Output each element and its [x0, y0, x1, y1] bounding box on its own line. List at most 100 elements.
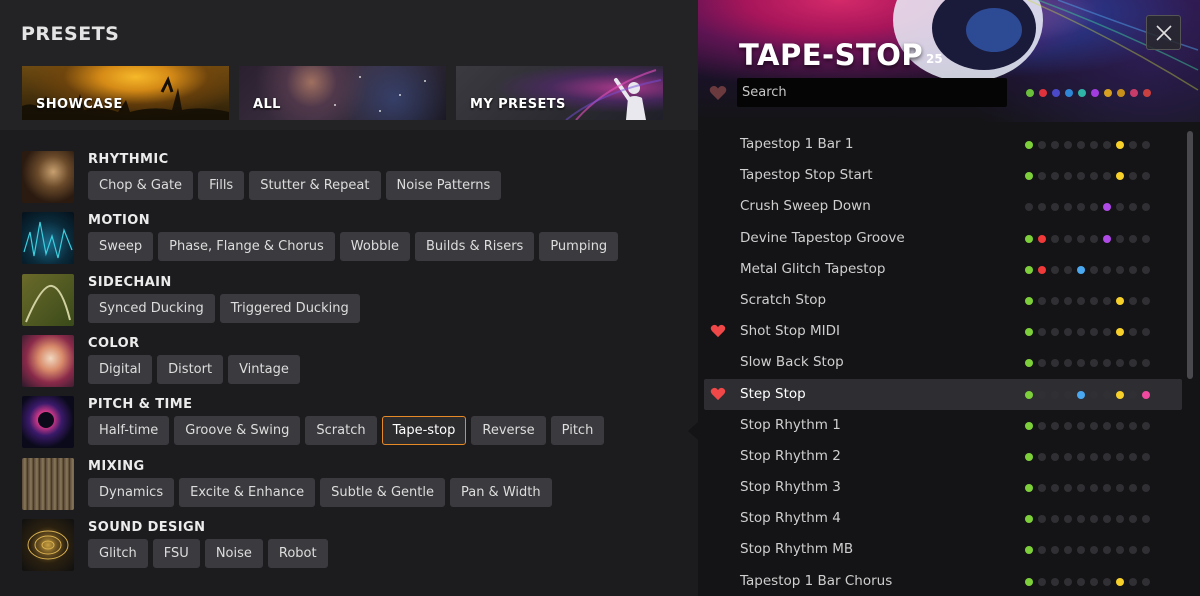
preset-row[interactable]: Crush Sweep Down	[704, 191, 1182, 222]
subcategory-tags: Half-time Groove & Swing Scratch Tape-stop R…	[88, 416, 605, 446]
preset-name: Crush Sweep Down	[740, 198, 871, 215]
tag-subtle-gentle[interactable]: Subtle & Gentle	[320, 477, 445, 507]
color-tag-dot	[1025, 359, 1033, 368]
tag-pan-width[interactable]: Pan & Width	[449, 477, 552, 507]
presets-browser-panel: PRESETS SHOWCASE ALL MY PRESETS RHYTHMIC…	[0, 0, 698, 596]
tag-scratch[interactable]: Scratch	[305, 416, 377, 446]
tag-builds-risers[interactable]: Builds & Risers	[414, 232, 535, 262]
empty-tag-dot	[1129, 203, 1137, 212]
favorites-filter-heart-icon[interactable]	[709, 85, 727, 101]
preset-name: Stop Rhythm 3	[740, 479, 841, 496]
empty-tag-dot	[1116, 203, 1124, 212]
preset-row[interactable]: Stop Rhythm MB	[704, 534, 1182, 565]
tag-robot[interactable]: Robot	[267, 538, 328, 568]
empty-tag-dot	[1142, 172, 1150, 181]
tag-noise[interactable]: Noise	[204, 538, 263, 568]
color-filter-dot[interactable]	[1143, 89, 1151, 97]
empty-tag-dot	[1129, 546, 1137, 555]
favorite-heart-icon[interactable]	[710, 324, 726, 338]
empty-tag-dot	[1090, 172, 1098, 181]
color-filter-dot[interactable]	[1130, 89, 1138, 97]
envelope-curve-thumbnail[interactable]	[22, 273, 74, 326]
favorite-heart-icon[interactable]	[710, 387, 726, 401]
preset-row[interactable]: Stop Rhythm 1	[704, 410, 1182, 441]
preset-row[interactable]: Metal Glitch Tapestop	[704, 254, 1182, 285]
color-filter-dot[interactable]	[1117, 89, 1125, 97]
preset-color-tags	[1025, 141, 1150, 149]
tag-stutter-repeat[interactable]: Stutter & Repeat	[249, 171, 381, 200]
tag-dynamics[interactable]: Dynamics	[88, 477, 175, 507]
empty-tag-dot	[1038, 421, 1046, 430]
tag-sweep[interactable]: Sweep	[88, 232, 154, 262]
empty-tag-dot	[1142, 484, 1150, 493]
color-filter-dot[interactable]	[1065, 89, 1073, 97]
preset-row[interactable]: Stop Rhythm 2	[704, 441, 1182, 472]
tag-synced-ducking[interactable]: Synced Ducking	[88, 293, 215, 323]
tag-phase-flange-chorus[interactable]: Phase, Flange & Chorus	[158, 232, 335, 262]
waveform-thumbnail[interactable]	[22, 212, 74, 265]
preset-name: Devine Tapestop Groove	[740, 229, 905, 246]
tag-vintage[interactable]: Vintage	[228, 354, 300, 384]
all-tile[interactable]: ALL	[239, 66, 446, 120]
preset-row[interactable]: Stop Rhythm 3	[704, 472, 1182, 503]
preset-row[interactable]: Tapestop 1 Bar 1	[704, 129, 1182, 160]
tag-glitch[interactable]: Glitch	[88, 538, 148, 568]
tag-excite-enhance[interactable]: Excite & Enhance	[179, 477, 316, 507]
search-input[interactable]	[737, 78, 1007, 107]
category-title: SIDECHAIN	[88, 274, 172, 290]
mixing-desk-thumbnail[interactable]	[22, 457, 74, 510]
empty-tag-dot	[1038, 577, 1046, 586]
empty-tag-dot	[1064, 421, 1072, 430]
empty-tag-dot	[1103, 359, 1111, 368]
headphones-thumbnail[interactable]	[22, 334, 74, 387]
drum-kit-thumbnail[interactable]	[22, 151, 74, 203]
empty-tag-dot	[1129, 421, 1137, 430]
tag-noise-patterns[interactable]: Noise Patterns	[385, 171, 502, 200]
empty-tag-dot	[1064, 172, 1072, 181]
preset-row[interactable]: Scratch Stop	[704, 285, 1182, 316]
vinyl-thumbnail[interactable]	[22, 396, 74, 449]
preset-color-tags	[1025, 577, 1150, 586]
color-tag-dot	[1116, 390, 1124, 399]
color-filter-dot[interactable]	[1039, 89, 1047, 97]
tag-groove-swing[interactable]: Groove & Swing	[174, 416, 301, 446]
preset-row[interactable]: Devine Tapestop Groove	[704, 223, 1182, 254]
tag-fsu[interactable]: FSU	[152, 538, 200, 568]
scrollbar-thumb[interactable]	[1187, 131, 1193, 379]
empty-tag-dot	[1103, 172, 1111, 181]
preset-row[interactable]: Step Stop	[704, 378, 1182, 410]
preset-row[interactable]: Stop Rhythm 4	[704, 503, 1182, 534]
empty-tag-dot	[1077, 515, 1085, 524]
spiral-thumbnail[interactable]	[22, 518, 74, 571]
tag-reverse[interactable]: Reverse	[471, 416, 546, 446]
color-filter-dot[interactable]	[1104, 89, 1112, 97]
tag-distort[interactable]: Distort	[157, 354, 224, 384]
tag-chop-gate[interactable]: Chop & Gate	[88, 171, 194, 200]
subcategory-tags: Sweep Phase, Flange & Chorus Wobble Builds …	[88, 232, 619, 262]
empty-tag-dot	[1064, 265, 1072, 274]
empty-tag-dot	[1103, 546, 1111, 555]
color-filter-dot[interactable]	[1026, 89, 1034, 97]
tag-digital[interactable]: Digital	[88, 354, 153, 384]
empty-tag-dot	[1103, 328, 1111, 337]
showcase-tile[interactable]: SHOWCASE	[22, 66, 229, 120]
tag-pitch[interactable]: Pitch	[550, 416, 605, 446]
preset-row[interactable]: Shot Stop MIDI	[704, 316, 1182, 347]
preset-row[interactable]: Tapestop Stop Start	[704, 160, 1182, 191]
tag-triggered-ducking[interactable]: Triggered Ducking	[219, 293, 360, 323]
color-filter-dot[interactable]	[1091, 89, 1099, 97]
tag-tape-stop[interactable]: Tape-stop	[381, 416, 467, 446]
empty-tag-dot	[1129, 577, 1137, 586]
tag-half-time[interactable]: Half-time	[88, 416, 170, 446]
tag-pumping[interactable]: Pumping	[539, 232, 619, 262]
preset-row[interactable]: Slow Back Stop	[704, 347, 1182, 378]
empty-tag-dot	[1142, 203, 1150, 212]
color-filter-dot[interactable]	[1078, 89, 1086, 97]
preset-row[interactable]: Tapestop 1 Bar Chorus	[704, 566, 1182, 596]
color-filter-dot[interactable]	[1052, 89, 1060, 97]
my-presets-tile[interactable]: MY PRESETS	[456, 66, 663, 120]
close-button[interactable]	[1146, 15, 1181, 50]
tag-fills[interactable]: Fills	[198, 171, 245, 200]
preset-color-tags	[1025, 265, 1150, 274]
tag-wobble[interactable]: Wobble	[339, 232, 410, 262]
